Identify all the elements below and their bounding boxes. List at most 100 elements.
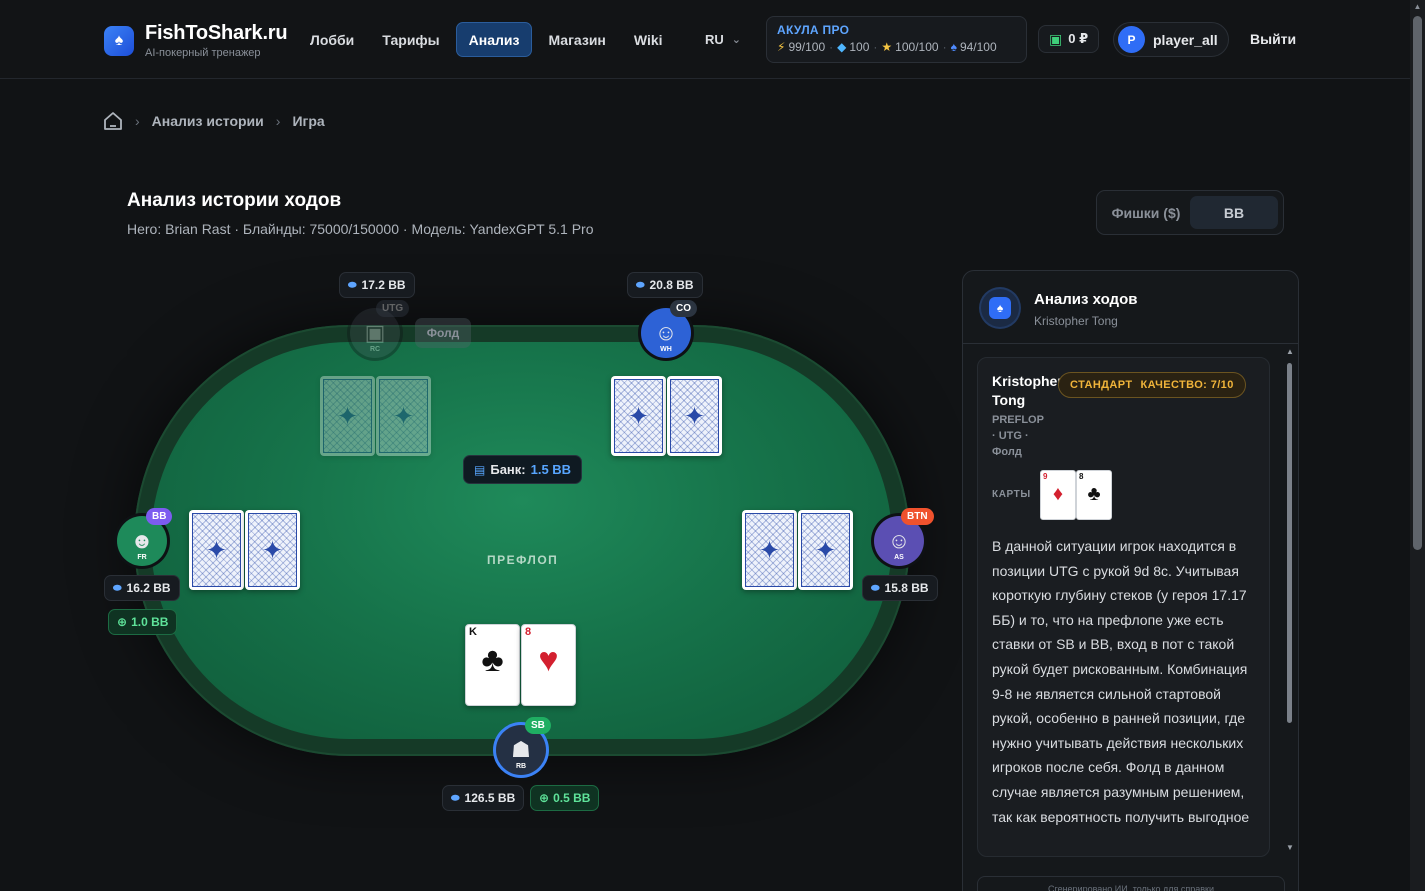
card-back: ✦ [245, 510, 300, 590]
analysis-entry: Kristopher Tong СТАНДАРТ КАЧЕСТВО: 7/10 … [977, 357, 1270, 857]
page-scrollbar[interactable]: ▲ [1410, 0, 1425, 891]
wallet-button[interactable]: ▣ 0 ₽ [1038, 25, 1100, 53]
nav-analysis[interactable]: Анализ [455, 22, 533, 57]
breadcrumb-game: Игра [292, 113, 325, 129]
seat-utg-position: UTG [376, 300, 410, 317]
seat-btn-position: BTN [901, 508, 934, 525]
wallet-balance: 0 ₽ [1068, 31, 1089, 46]
chip-icon: ⬬ [451, 792, 460, 804]
brand-tagline: AI-покерный тренажер [145, 47, 261, 59]
robot-avatar-icon: ☗ [511, 737, 531, 762]
language-select[interactable]: RU ⌄ [705, 32, 741, 47]
card-suit: ♦ [1052, 483, 1064, 505]
card-back: ✦ [320, 376, 375, 456]
user-menu[interactable]: P player_all [1113, 22, 1229, 57]
panel-footer: Сгенерировано ИИ, только для справки [977, 876, 1285, 891]
entry-action: Фолд [992, 446, 1022, 458]
seat-bb-bet: ⊕ 1.0 BB [108, 609, 178, 635]
bet-value: 1.0 BB [131, 615, 169, 629]
stat-value: 99/100 [788, 40, 826, 54]
seat-co-position: CO [670, 300, 697, 317]
card-back: ✦ [667, 376, 722, 456]
card-suit: ♣ [481, 641, 504, 679]
brand-logo[interactable]: ♠ FishToShark.ru AI-покерный тренажер [104, 22, 288, 59]
level-label: СТАНДАРТ [1070, 379, 1133, 391]
card-back: ✦ [798, 510, 853, 590]
entry-card: 8 ♣ [1076, 470, 1112, 520]
avatar-initials: FR [137, 554, 147, 561]
street-label: ПРЕФЛОП [487, 553, 559, 567]
entry-meta: PREFLOP · UTG · Фолд [992, 412, 1044, 460]
entry-position: · UTG · [992, 430, 1029, 442]
card-back: ✦ [376, 376, 431, 456]
hero-card: 8 ♥ [521, 624, 576, 706]
stack-value: 15.8 BB [884, 581, 929, 595]
units-toggle: Фишки ($) BB [1096, 190, 1284, 235]
card-back: ✦ [742, 510, 797, 590]
chip-icon: ⬬ [113, 582, 122, 594]
seat-sb-bet: ⊕ 0.5 BB [530, 785, 600, 811]
scroll-up-icon[interactable]: ▲ [1410, 2, 1425, 11]
breadcrumb-history[interactable]: Анализ истории [152, 113, 264, 129]
chevron-down-icon: ⌄ [731, 34, 741, 46]
avatar-initials: RB [515, 763, 527, 770]
page-scroll-thumb[interactable] [1413, 16, 1422, 550]
quality-label: КАЧЕСТВО: 7/10 [1140, 379, 1234, 391]
seat-utg-stack: ⬬ 17.2 BB [339, 272, 415, 298]
scroll-down-icon[interactable]: ▼ [1285, 843, 1295, 852]
avatar-initials: AS [894, 554, 904, 561]
card-rank: 8 [525, 626, 532, 638]
toggle-bb[interactable]: BB [1190, 196, 1278, 229]
chips-stack-icon: ▤ [474, 462, 486, 477]
stack-value: 20.8 BB [649, 278, 694, 292]
stat-value: 94/100 [959, 40, 997, 54]
language-value: RU [705, 32, 724, 47]
panel-title: Анализ ходов [1034, 291, 1138, 308]
analysis-panel: ♠ Анализ ходов Kristopher Tong Kristophe… [962, 270, 1299, 891]
breadcrumb: › Анализ истории › Игра [103, 111, 325, 131]
username: player_all [1153, 31, 1218, 48]
card-rank: 8 [1079, 472, 1084, 481]
spade-logo-icon: ♠ [104, 25, 134, 56]
avatar-initials: WH [660, 346, 672, 353]
quality-badge: СТАНДАРТ КАЧЕСТВО: 7/10 [1058, 372, 1246, 398]
arrow-up-circle-icon: ⊕ [539, 791, 550, 805]
nav-wiki[interactable]: Wiki [622, 22, 675, 57]
nav-shop[interactable]: Магазин [536, 22, 617, 57]
main-nav: Лобби Тарифы Анализ Магазин Wiki [298, 22, 675, 57]
brand-name: FishToShark.ru [145, 22, 288, 44]
card-rank: K [469, 626, 477, 638]
nav-lobby[interactable]: Лобби [298, 22, 366, 57]
toggle-chips[interactable]: Фишки ($) [1102, 196, 1190, 229]
seat-sb-position: SB [525, 717, 551, 734]
scroll-up-icon[interactable]: ▲ [1285, 347, 1295, 356]
hero-card: K ♣ [465, 624, 520, 706]
page-subtitle: Hero: Brian Rast · Блайнды: 75000/150000… [127, 221, 594, 237]
panel-scrollbar[interactable] [1287, 363, 1292, 723]
nav-tariffs[interactable]: Тарифы [370, 22, 451, 57]
chevron-right-icon: › [135, 113, 140, 129]
pot-label: Банк: [490, 462, 526, 477]
home-icon[interactable] [103, 111, 123, 131]
card-suit: ♣ [1087, 483, 1101, 505]
chip-icon: ⬬ [871, 582, 880, 594]
logout-button[interactable]: Выйти [1250, 31, 1296, 47]
subscription-card[interactable]: АКУЛА ПРО ⚡ 99/100 · ◆ 100 · ★ 100/100 · ♠ 9… [766, 16, 1027, 63]
cards-label: КАРТЫ [992, 489, 1031, 500]
stack-value: 126.5 BB [464, 791, 516, 805]
stat-value: 100 [849, 40, 870, 54]
page-title: Анализ истории ходов [127, 190, 342, 211]
stat-value: 100/100 [895, 40, 939, 54]
panel-scroll-area[interactable]: Kristopher Tong СТАНДАРТ КАЧЕСТВО: 7/10 … [963, 345, 1298, 857]
spade-icon: ♠ [950, 40, 957, 54]
seat-bb-position: BB [146, 508, 173, 525]
robot-avatar-icon: ▣ [364, 320, 386, 345]
lightning-icon: ⚡ [777, 40, 786, 54]
wallet-icon: ▣ [1049, 30, 1063, 47]
seat-co-stack: ⬬ 20.8 BB [627, 272, 703, 298]
avatar: P [1118, 26, 1145, 53]
card-back: ✦ [189, 510, 244, 590]
arrow-up-circle-icon: ⊕ [117, 615, 128, 629]
ghost-avatar-icon: ☺ [654, 320, 678, 345]
pot-display: ▤ Банк: 1.5 BB [463, 455, 583, 484]
